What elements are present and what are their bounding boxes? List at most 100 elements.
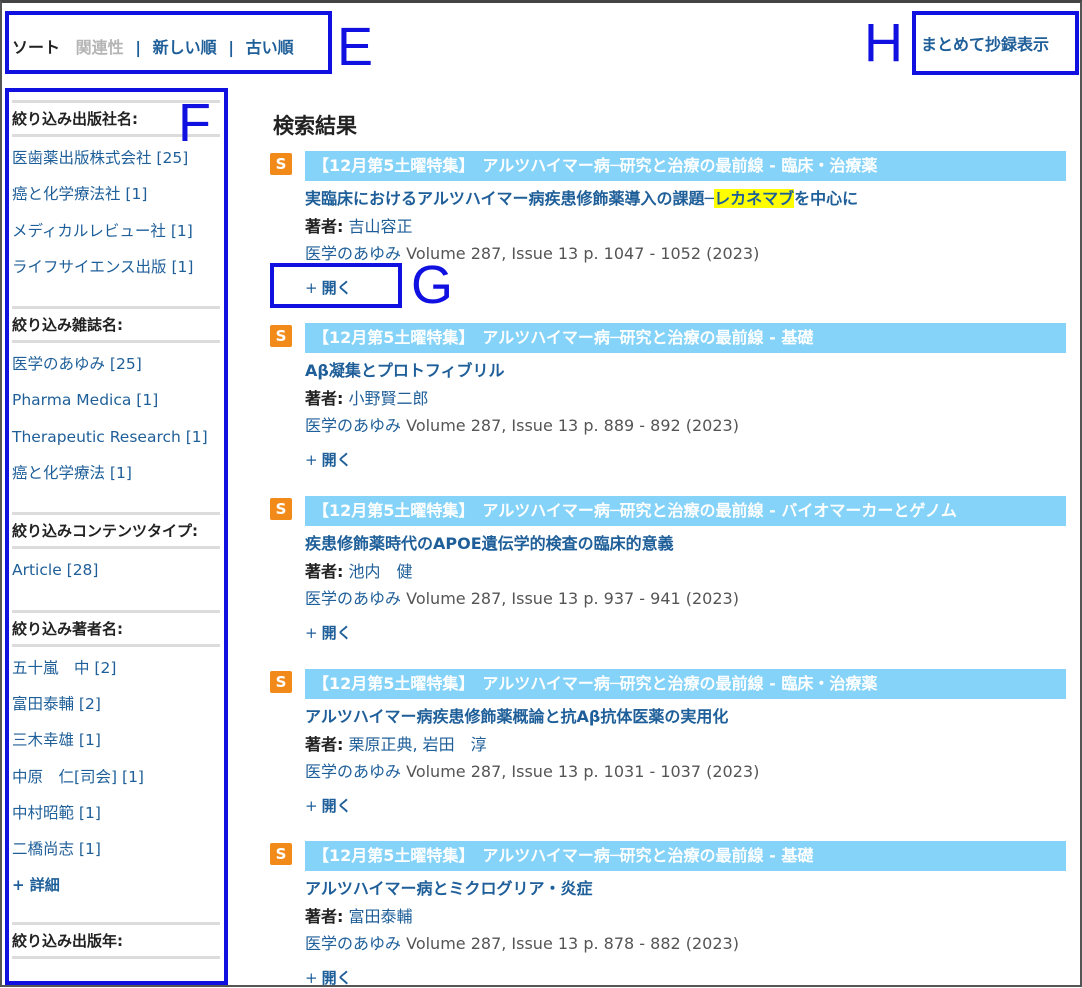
result-source: 医学のあゆみ Volume 287, Issue 13 p. 878 - 882… — [305, 930, 739, 954]
result-series-banner[interactable]: 【12月第5土曜特集】 アルツハイマー病─研究と治療の最前線 - 基礎 — [305, 841, 1066, 871]
facet-list-publisher: 医歯薬出版株式会社 [25] 癌と化学療法社 [1] メディカルレビュー社 [1… — [12, 137, 222, 306]
facet-item[interactable]: 富田泰輔 [2] — [12, 693, 222, 729]
journal-link[interactable]: 医学のあゆみ — [305, 244, 401, 263]
result-authors: 著者: 富田泰輔 — [305, 903, 413, 927]
result-title-link[interactable]: アルツハイマー病疾患修飾薬概論と抗Aβ抗体医薬の実用化 — [305, 703, 728, 727]
author-link[interactable]: 吉山容正 — [349, 217, 413, 236]
annotation-label-f: F — [178, 93, 211, 153]
result-series-banner[interactable]: 【12月第5土曜特集】 アルツハイマー病─研究と治療の最前線 - 基礎 — [305, 323, 1066, 353]
search-term-highlight: レカネマブ — [714, 189, 795, 208]
result-source: 医学のあゆみ Volume 287, Issue 13 p. 937 - 941… — [305, 585, 739, 609]
sort-separator: | — [228, 38, 235, 57]
results-title: 検索結果 — [273, 114, 357, 138]
s-badge-icon: S — [270, 498, 292, 520]
plus-icon: + — [305, 797, 318, 815]
plus-icon: + — [305, 624, 318, 642]
result-series-banner[interactable]: 【12月第5土曜特集】 アルツハイマー病─研究と治療の最前線 - バイオマーカー… — [305, 496, 1066, 526]
result-source: 医学のあゆみ Volume 287, Issue 13 p. 1047 - 10… — [305, 240, 759, 264]
result-title-link[interactable]: Aβ凝集とプロトフィブリル — [305, 357, 505, 381]
title-text: 実臨床におけるアルツハイマー病疾患修飾薬導入の課題─ — [305, 189, 715, 208]
annotation-label-e: E — [337, 17, 374, 77]
title-text: 疾患修飾薬時代のAPOE遺伝学的検査の臨床的意義 — [305, 534, 674, 553]
sort-label: ソート — [12, 38, 61, 57]
title-text: Aβ凝集とプロトフィブリル — [305, 361, 505, 380]
open-abstract-toggle[interactable]: + 開く — [305, 622, 352, 643]
citation: Volume 287, Issue 13 p. 937 - 941 (2023) — [406, 589, 739, 608]
facet-item[interactable]: Article [28] — [12, 559, 222, 595]
facet-item[interactable]: Pharma Medica [1] — [12, 389, 222, 425]
journal-link[interactable]: 医学のあゆみ — [305, 416, 401, 435]
facet-item[interactable]: 中原 仁[司会] [1] — [12, 766, 222, 802]
result-authors: 著者: 池内 健 — [305, 558, 413, 582]
s-badge-icon: S — [270, 671, 292, 693]
facet-item[interactable]: 三木幸雄 [1] — [12, 729, 222, 765]
citation: Volume 287, Issue 13 p. 1031 - 1037 (202… — [406, 762, 760, 781]
plus-icon: + — [305, 279, 318, 297]
author-label: 著者: — [305, 907, 344, 926]
open-label: 開く — [321, 624, 352, 642]
citation: Volume 287, Issue 13 p. 889 - 892 (2023) — [406, 416, 739, 435]
title-text: を中心に — [794, 189, 859, 208]
result-series-banner[interactable]: 【12月第5土曜特集】 アルツハイマー病─研究と治療の最前線 - 臨床・治療薬 — [305, 669, 1066, 699]
bulk-abstract-view-link[interactable]: まとめて抄録表示 — [921, 31, 1049, 55]
facet-heading-year: 絞り込み出版年: — [12, 922, 220, 960]
facet-more-link[interactable]: + 詳細 — [12, 874, 222, 908]
citation: Volume 287, Issue 13 p. 878 - 882 (2023) — [406, 934, 739, 953]
facet-heading-author: 絞り込み著者名: — [12, 609, 220, 647]
s-badge-icon: S — [270, 325, 292, 347]
journal-link[interactable]: 医学のあゆみ — [305, 934, 401, 953]
author-label: 著者: — [305, 735, 344, 754]
result-title-link[interactable]: 実臨床におけるアルツハイマー病疾患修飾薬導入の課題─レカネマブを中心に — [305, 185, 858, 209]
citation: Volume 287, Issue 13 p. 1047 - 1052 (202… — [406, 244, 760, 263]
sort-relevance[interactable]: 関連性 — [76, 38, 124, 57]
journal-link[interactable]: 医学のあゆみ — [305, 762, 401, 781]
plus-icon: + — [305, 969, 318, 987]
sort-oldest-link[interactable]: 古い順 — [246, 38, 294, 57]
author-link[interactable]: 栗原正典, 岩田 淳 — [349, 735, 487, 754]
sort-newest-link[interactable]: 新しい順 — [153, 38, 217, 57]
author-label: 著者: — [305, 389, 344, 408]
facet-item[interactable]: Therapeutic Research [1] — [12, 426, 222, 462]
facet-sidebar: 絞り込み出版社名: 医歯薬出版株式会社 [25] 癌と化学療法社 [1] メディ… — [12, 100, 222, 960]
open-label: 開く — [321, 451, 352, 469]
result-title-link[interactable]: 疾患修飾薬時代のAPOE遺伝学的検査の臨床的意義 — [305, 530, 674, 554]
author-label: 著者: — [305, 562, 344, 581]
author-link[interactable]: 富田泰輔 — [349, 907, 413, 926]
annotation-label-h: H — [864, 13, 903, 73]
open-label: 開く — [321, 969, 352, 987]
facet-list-content-type: Article [28] — [12, 549, 222, 609]
result-authors: 著者: 栗原正典, 岩田 淳 — [305, 731, 487, 755]
result-authors: 著者: 吉山容正 — [305, 213, 413, 237]
result-series-banner[interactable]: 【12月第5土曜特集】 アルツハイマー病─研究と治療の最前線 - 臨床・治療薬 — [305, 151, 1066, 181]
facet-item[interactable]: メディカルレビュー社 [1] — [12, 220, 222, 256]
open-abstract-toggle[interactable]: + 開く — [305, 277, 352, 298]
title-text: アルツハイマー病とミクログリア・炎症 — [305, 879, 593, 898]
open-abstract-toggle[interactable]: + 開く — [305, 449, 352, 470]
facet-item[interactable]: 二橋尚志 [1] — [12, 838, 222, 874]
open-label: 開く — [321, 279, 352, 297]
author-link[interactable]: 池内 健 — [349, 562, 413, 581]
facet-heading-journal: 絞り込み雑誌名: — [12, 306, 220, 344]
facet-item[interactable]: ライフサイエンス出版 [1] — [12, 256, 222, 292]
author-link[interactable]: 小野賢二郎 — [349, 389, 429, 408]
facet-list-author: 五十嵐 中 [2] 富田泰輔 [2] 三木幸雄 [1] 中原 仁[司会] [1]… — [12, 647, 222, 923]
plus-icon: + — [305, 451, 318, 469]
open-label: 開く — [321, 797, 352, 815]
open-abstract-toggle[interactable]: + 開く — [305, 967, 352, 988]
sort-bar: ソート 関連性 | 新しい順 | 古い順 — [12, 34, 294, 58]
journal-link[interactable]: 医学のあゆみ — [305, 589, 401, 608]
s-badge-icon: S — [270, 843, 292, 865]
facet-item[interactable]: 中村昭範 [1] — [12, 802, 222, 838]
open-abstract-toggle[interactable]: + 開く — [305, 795, 352, 816]
facet-item[interactable]: 癌と化学療法 [1] — [12, 462, 222, 498]
s-badge-icon: S — [270, 153, 292, 175]
facet-item[interactable]: 五十嵐 中 [2] — [12, 657, 222, 693]
result-source: 医学のあゆみ Volume 287, Issue 13 p. 1031 - 10… — [305, 758, 759, 782]
title-text: アルツハイマー病疾患修飾薬概論と抗Aβ抗体医薬の実用化 — [305, 707, 729, 726]
facet-item[interactable]: 癌と化学療法社 [1] — [12, 183, 222, 219]
facet-item[interactable]: 医学のあゆみ [25] — [12, 353, 222, 389]
result-authors: 著者: 小野賢二郎 — [305, 385, 429, 409]
sort-separator: | — [135, 38, 142, 57]
result-title-link[interactable]: アルツハイマー病とミクログリア・炎症 — [305, 875, 593, 899]
annotation-label-g: G — [411, 255, 454, 315]
